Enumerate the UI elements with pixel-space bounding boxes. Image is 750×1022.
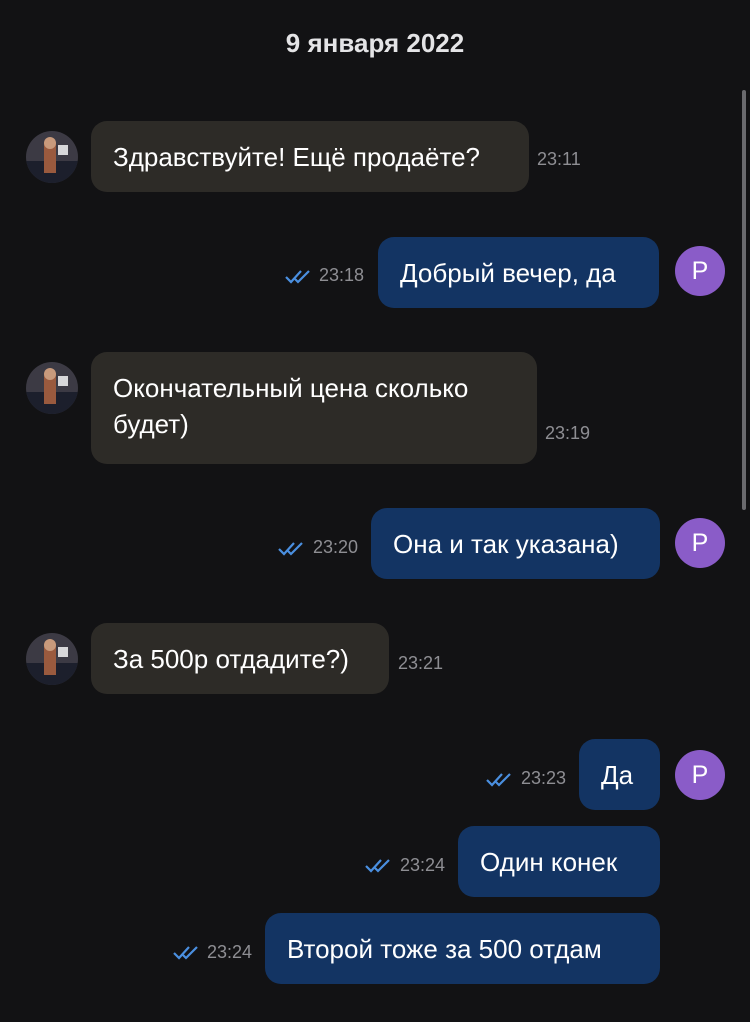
message-bubble[interactable]: За 500р отдадите?) [91, 623, 389, 694]
message-text: Да [601, 760, 634, 790]
message-time: 23:11 [537, 149, 581, 169]
message-text: Здравствуйте! Ещё продаёте? [113, 142, 480, 172]
date-header: 9 января 2022 [285, 28, 465, 58]
contact-avatar[interactable] [26, 131, 78, 183]
message-time: 23:19 [545, 423, 591, 443]
message-time: 23:23 [521, 768, 567, 788]
contact-avatar[interactable] [26, 633, 78, 685]
message-time: 23:24 [400, 855, 446, 875]
message-text: Второй тоже за 500 отдам [287, 934, 602, 964]
message-bubble[interactable]: Здравствуйте! Ещё продаёте? [91, 121, 529, 192]
message-time: 23:21 [398, 653, 444, 673]
message-bubble[interactable]: Окончательный цена сколько будет) [91, 352, 537, 464]
message-text: Окончательный цена сколько будет) [113, 373, 469, 439]
user-avatar-letter: P [691, 760, 709, 789]
double-check-icon [365, 859, 390, 873]
contact-avatar[interactable] [26, 362, 78, 414]
user-avatar-letter: P [691, 528, 709, 557]
scrollbar[interactable] [742, 90, 746, 510]
message-bubble[interactable]: Один конек [458, 826, 660, 897]
user-avatar[interactable]: P [675, 518, 725, 568]
double-check-icon [285, 270, 310, 284]
message-time: 23:18 [319, 265, 365, 285]
message-text: Один конек [480, 847, 618, 877]
user-avatar-letter: P [691, 256, 709, 285]
user-avatar[interactable]: P [675, 246, 725, 296]
message-text: Она и так указана) [393, 529, 619, 559]
message-text: За 500р отдадите?) [113, 644, 349, 674]
user-avatar[interactable]: P [675, 750, 725, 800]
message-time: 23:24 [207, 942, 253, 962]
message-bubble[interactable]: Да [579, 739, 660, 810]
double-check-icon [486, 773, 511, 787]
message-bubble[interactable]: Добрый вечер, да [378, 237, 659, 308]
double-check-icon [278, 542, 303, 556]
double-check-icon [173, 946, 198, 960]
message-time: 23:20 [313, 537, 359, 557]
message-bubble[interactable]: Она и так указана) [371, 508, 660, 579]
message-bubble[interactable]: Второй тоже за 500 отдам [265, 913, 660, 984]
message-text: Добрый вечер, да [400, 258, 616, 288]
